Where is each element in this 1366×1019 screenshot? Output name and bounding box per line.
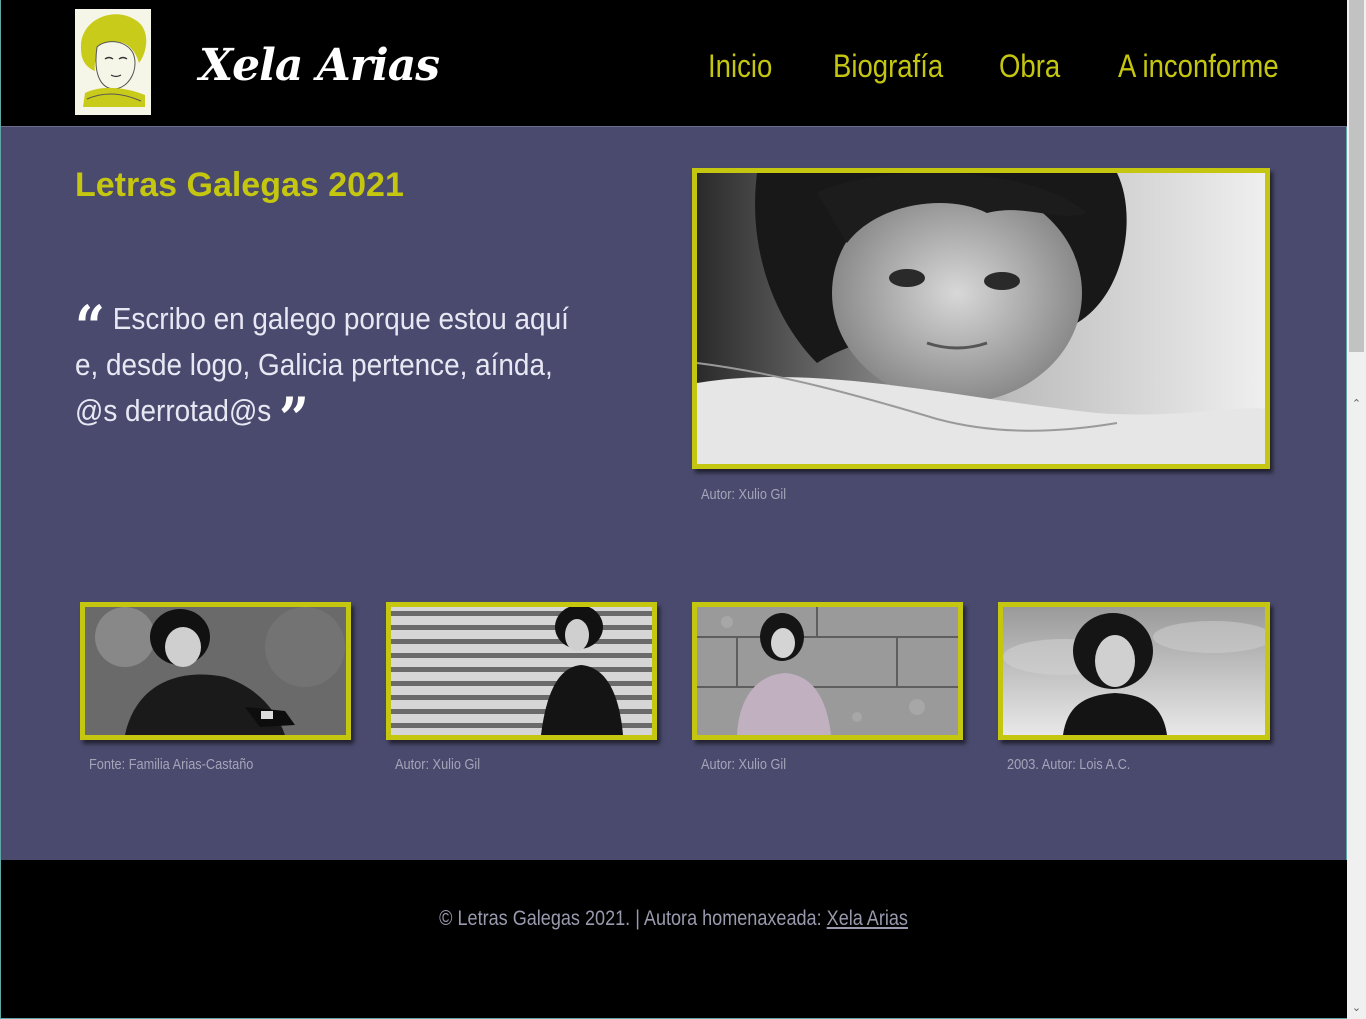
page: Xela Arias Inicio Biografía Obra A incon…: [0, 0, 1347, 1019]
gallery-image-4-icon: [1003, 607, 1265, 735]
gallery-photo-3[interactable]: [692, 602, 963, 740]
hero-caption: Autor: Xulio Gil: [701, 486, 787, 503]
quote-text: Escribo en galego porque estou aquí e, d…: [75, 301, 569, 428]
close-quote-icon: ”: [278, 385, 310, 453]
main-nav: Inicio Biografía Obra A inconforme: [1, 48, 1347, 88]
hero-photo[interactable]: [692, 168, 1270, 469]
footer-copyright: © Letras Galegas 2021. | Autora homenaxe…: [439, 907, 828, 930]
gallery-photo-2[interactable]: [386, 602, 657, 740]
site-footer: © Letras Galegas 2021. | Autora homenaxe…: [1, 860, 1347, 1018]
scroll-up-arrow-icon[interactable]: ⌃: [1347, 396, 1366, 412]
nav-biografia[interactable]: Biografía: [833, 48, 943, 85]
gallery-photo-1[interactable]: [80, 602, 351, 740]
gallery-image-1-icon: [85, 607, 346, 735]
quote-block: “ Escribo en galego porque estou aquí e,…: [75, 296, 579, 448]
site-header: Xela Arias Inicio Biografía Obra A incon…: [1, 0, 1347, 127]
scroll-down-arrow-icon[interactable]: ⌄: [1347, 1000, 1366, 1016]
portrait-photo-icon: [697, 173, 1265, 464]
gallery-caption-4: 2003. Autor: Lois A.C.: [1007, 756, 1131, 773]
footer-author-link[interactable]: Xela Arias: [827, 907, 908, 930]
nav-a-inconforme[interactable]: A inconforme: [1118, 48, 1279, 85]
gallery-caption-2: Autor: Xulio Gil: [395, 756, 481, 773]
nav-inicio[interactable]: Inicio: [708, 48, 772, 85]
gallery-image-3-icon: [697, 607, 958, 735]
gallery-caption-1: Fonte: Familia Arias-Castaño: [89, 756, 254, 773]
nav-obra[interactable]: Obra: [999, 48, 1060, 85]
page-heading: Letras Galegas 2021: [75, 166, 404, 204]
gallery-caption-3: Autor: Xulio Gil: [701, 756, 787, 773]
vertical-scrollbar[interactable]: ⌃ ⌄: [1347, 0, 1366, 1019]
footer-text: © Letras Galegas 2021. | Autora homenaxe…: [1, 907, 1347, 931]
gallery-image-2-icon: [391, 607, 652, 735]
gallery-photo-4[interactable]: [998, 602, 1270, 740]
scrollbar-thumb[interactable]: [1349, 0, 1364, 352]
